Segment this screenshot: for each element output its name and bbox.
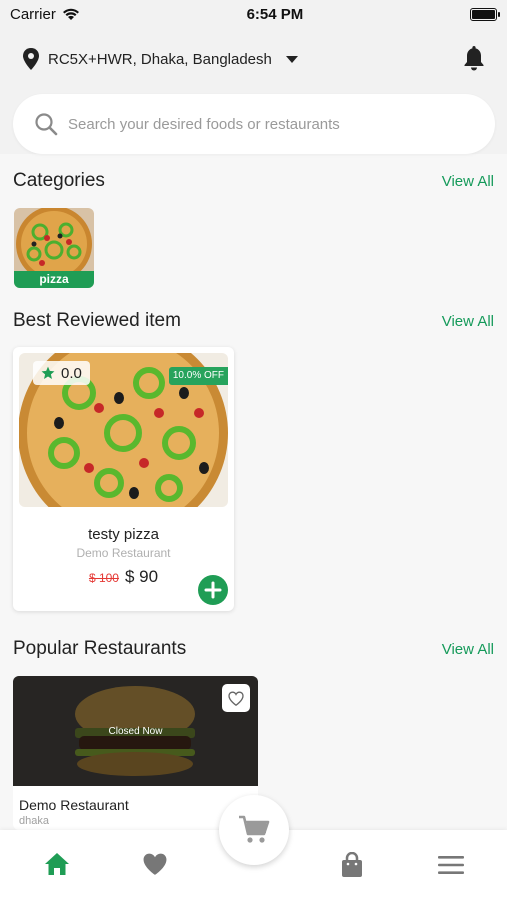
- category-label: pizza: [14, 271, 94, 288]
- best-reviewed-header: Best Reviewed item View All: [13, 310, 494, 332]
- notification-bell-icon[interactable]: [463, 45, 485, 71]
- popular-restaurants-title: Popular Restaurants: [13, 638, 187, 659]
- categories-header: Categories View All: [13, 170, 494, 192]
- location-pin-icon: [23, 48, 39, 70]
- food-name: testy pizza: [88, 526, 159, 543]
- menu-icon[interactable]: [438, 856, 464, 874]
- heart-icon[interactable]: [141, 852, 169, 876]
- battery-icon: [469, 7, 500, 21]
- closed-status: Closed Now: [108, 726, 163, 737]
- favorite-button[interactable]: [222, 684, 250, 712]
- popular-restaurants-view-all-link[interactable]: View All: [442, 641, 494, 658]
- add-to-cart-button[interactable]: [198, 575, 228, 605]
- discounted-price: $ 90: [124, 567, 159, 586]
- popular-restaurants-header: Popular Restaurants View All: [13, 638, 494, 660]
- home-icon[interactable]: [44, 852, 70, 876]
- status-bar: Carrier 6:54 PM: [0, 0, 507, 28]
- search-bar[interactable]: [13, 94, 495, 154]
- cart-icon: [239, 815, 270, 843]
- categories-view-all-link[interactable]: View All: [442, 173, 494, 190]
- wifi-icon: [62, 8, 79, 20]
- carrier-info: Carrier: [10, 6, 80, 23]
- rating-value: 0.0: [61, 364, 82, 382]
- header: RC5X+HWR, Dhaka, Bangladesh: [0, 28, 507, 154]
- heart-outline-icon: [228, 690, 244, 706]
- best-reviewed-title: Best Reviewed item: [13, 310, 181, 331]
- star-icon: [41, 366, 55, 379]
- restaurant-card[interactable]: Closed Now Demo Restaurant dhaka: [13, 676, 258, 830]
- search-input[interactable]: [68, 115, 468, 133]
- category-card-pizza[interactable]: pizza: [14, 208, 94, 288]
- best-reviewed-view-all-link[interactable]: View All: [442, 313, 494, 330]
- restaurant-name: Demo Restaurant: [19, 797, 129, 813]
- bag-icon[interactable]: [340, 852, 364, 878]
- restaurant-address: dhaka: [19, 815, 49, 827]
- cart-button[interactable]: [219, 795, 289, 865]
- discount-badge: 10.0% OFF: [168, 367, 228, 385]
- location-label: RC5X+HWR, Dhaka, Bangladesh: [48, 50, 272, 68]
- rating-badge: 0.0: [33, 361, 90, 385]
- clock: 6:54 PM: [246, 5, 304, 23]
- food-restaurant-name: Demo Restaurant: [76, 546, 171, 560]
- food-item-card[interactable]: 0.0 10.0% OFF testy pizza Demo Restauran…: [13, 347, 234, 611]
- plus-icon: [204, 581, 222, 599]
- search-icon: [35, 113, 58, 136]
- chevron-down-icon: [285, 55, 298, 63]
- location-selector[interactable]: RC5X+HWR, Dhaka, Bangladesh: [22, 48, 298, 70]
- original-price: $ 100: [88, 571, 119, 585]
- categories-title: Categories: [13, 170, 105, 191]
- carrier-label: Carrier: [10, 5, 56, 23]
